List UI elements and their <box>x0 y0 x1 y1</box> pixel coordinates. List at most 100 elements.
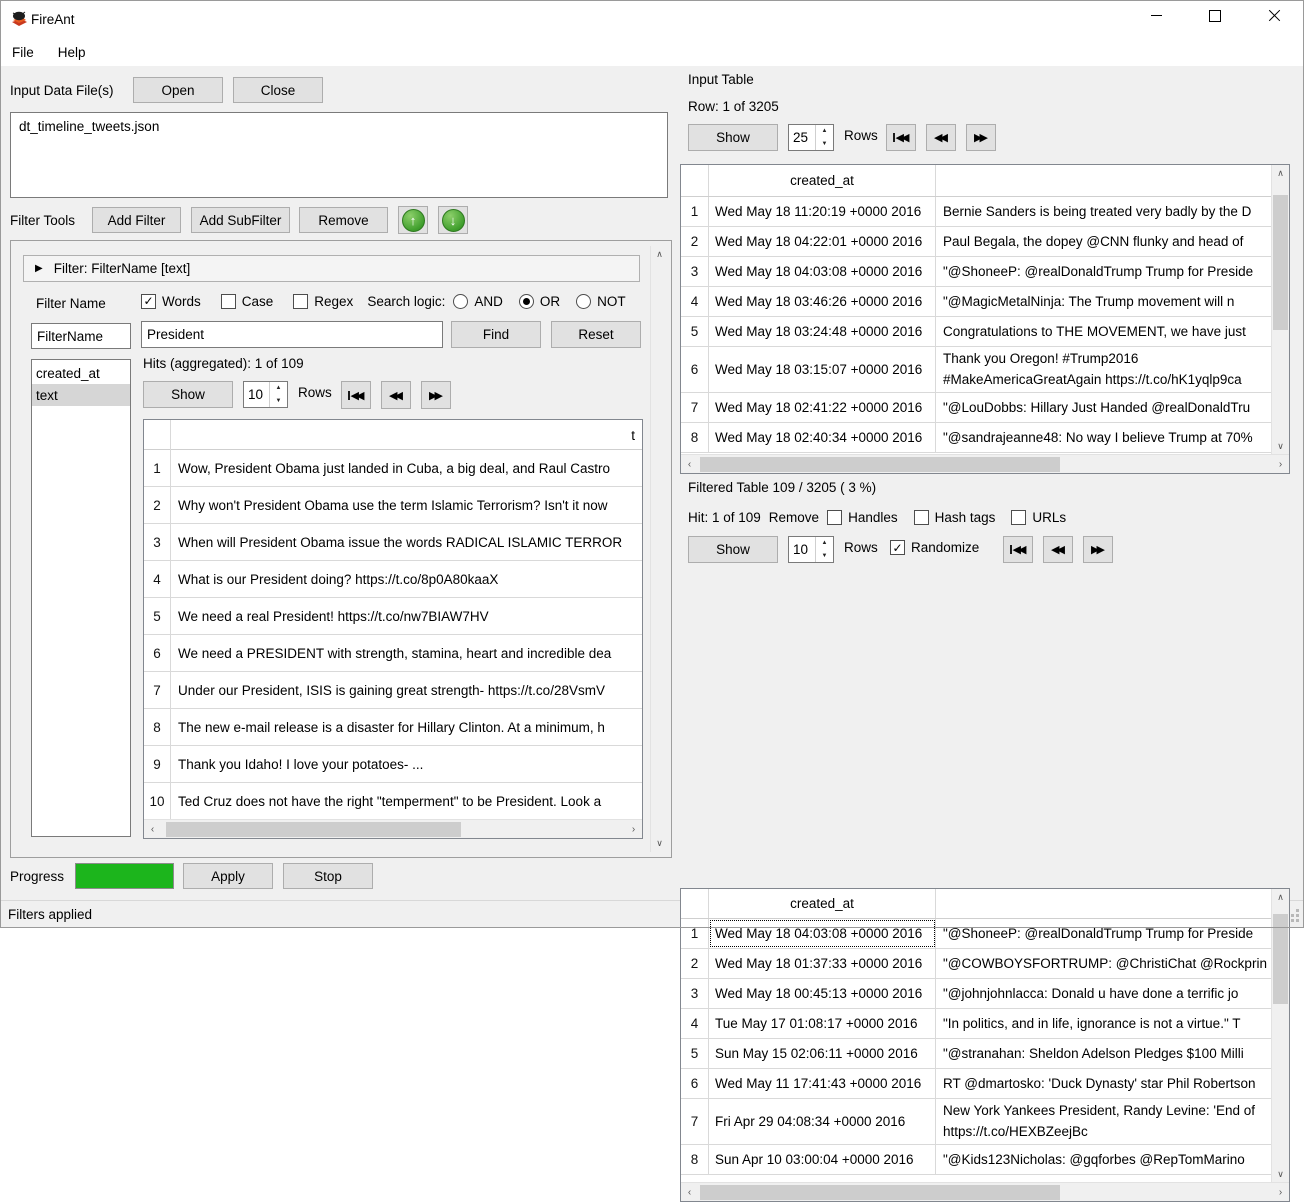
filtered-next-page-button[interactable]: ▶▶ <box>1083 536 1113 563</box>
close-file-button[interactable]: Close <box>233 77 323 103</box>
expand-triangle-icon[interactable]: ▶ <box>35 263 43 274</box>
hashtags-checkbox[interactable]: ✓ <box>914 510 929 525</box>
case-option[interactable]: ✓ Case <box>221 294 274 309</box>
or-option[interactable]: OR <box>519 294 560 309</box>
prev-page-button[interactable]: ◀◀ <box>381 381 411 409</box>
results-col-header[interactable]: t <box>171 420 642 450</box>
minimize-button[interactable] <box>1131 0 1181 31</box>
table-row: 2Wed May 18 04:22:01 +0000 2016Paul Bega… <box>681 227 1272 257</box>
remove-filter-button[interactable]: Remove <box>299 207 388 233</box>
input-rows-spinner[interactable]: 25 ▲▼ <box>788 124 834 151</box>
filtered-h-scrollbar[interactable]: ‹ › <box>681 1182 1289 1201</box>
maximize-button[interactable] <box>1190 0 1240 31</box>
scrollbar-thumb[interactable] <box>700 457 1060 472</box>
regex-option[interactable]: ✓ Regex <box>293 294 353 309</box>
scrollbar-thumb[interactable] <box>1273 195 1288 330</box>
table-row: 3When will President Obama issue the wor… <box>144 524 642 561</box>
randomize-checkbox[interactable]: ✓ <box>890 540 905 555</box>
move-filter-up-button[interactable]: ↑ <box>398 206 428 234</box>
open-button[interactable]: Open <box>133 77 223 103</box>
close-button[interactable] <box>1249 0 1299 31</box>
spin-down-icon[interactable]: ▼ <box>270 395 287 408</box>
table-row: 6Wed May 18 03:15:07 +0000 2016Thank you… <box>681 347 1272 393</box>
input-first-page-button[interactable]: ◀◀ <box>886 124 916 151</box>
down-arrow-icon: ↓ <box>442 209 465 232</box>
table-row: 8The new e-mail release is a disaster fo… <box>144 709 642 746</box>
scroll-up-icon[interactable]: ∧ <box>651 246 668 263</box>
and-option[interactable]: AND <box>453 294 503 309</box>
search-input[interactable] <box>141 321 443 348</box>
scroll-left-icon[interactable]: ‹ <box>144 821 161 838</box>
filtered-rows-spinner[interactable]: 10 ▲▼ <box>788 536 834 563</box>
field-item-text[interactable]: text <box>32 384 130 406</box>
input-file-item[interactable]: dt_timeline_tweets.json <box>19 119 159 134</box>
next-page-button[interactable]: ▶▶ <box>421 381 451 409</box>
filtered-show-button[interactable]: Show <box>688 536 778 563</box>
filtered-table-title: Filtered Table 109 / 3205 ( 3 %) <box>688 480 876 495</box>
filter-panel-header[interactable]: ▶ Filter: FilterName [text] <box>23 255 640 282</box>
table-row: 6Wed May 11 17:41:43 +0000 2016RT @dmart… <box>681 1069 1272 1099</box>
and-radio[interactable] <box>453 294 468 309</box>
table-row: 7Under our President, ISIS is gaining gr… <box>144 672 642 709</box>
scroll-down-icon[interactable]: ∨ <box>651 835 668 852</box>
progress-bar <box>75 863 174 889</box>
stop-button[interactable]: Stop <box>283 863 373 889</box>
reset-button[interactable]: Reset <box>551 321 641 348</box>
table-row: 7Wed May 18 02:41:22 +0000 2016"@LouDobb… <box>681 393 1272 423</box>
input-next-page-button[interactable]: ▶▶ <box>966 124 996 151</box>
randomize-option[interactable]: ✓ Randomize <box>890 540 979 555</box>
scrollbar-thumb[interactable] <box>700 1185 1060 1200</box>
rows-spinner[interactable]: 10 ▲ ▼ <box>243 381 288 408</box>
created-at-header[interactable]: created_at <box>709 889 936 918</box>
field-listbox[interactable]: created_at text <box>31 359 131 837</box>
case-checkbox[interactable]: ✓ <box>221 294 236 309</box>
first-page-button[interactable]: ◀◀ <box>341 381 371 409</box>
table-row: 1Wed May 18 04:03:08 +0000 2016"@ShoneeP… <box>681 919 1272 949</box>
hits-label: Hits (aggregated): 1 of 109 <box>143 356 304 371</box>
handles-checkbox[interactable]: ✓ <box>827 510 842 525</box>
or-radio[interactable] <box>519 294 534 309</box>
created-at-header[interactable]: created_at <box>709 165 936 196</box>
title-bar: FireAnt <box>0 0 1304 38</box>
results-h-scrollbar[interactable]: ‹ › <box>144 819 642 838</box>
handles-option[interactable]: ✓ Handles <box>827 510 898 525</box>
input-show-button[interactable]: Show <box>688 124 778 151</box>
add-subfilter-button[interactable]: Add SubFilter <box>191 207 290 233</box>
scrollbar-thumb[interactable] <box>166 822 461 837</box>
input-prev-page-button[interactable]: ◀◀ <box>926 124 956 151</box>
filtered-prev-page-button[interactable]: ◀◀ <box>1043 536 1073 563</box>
menu-file[interactable]: File <box>0 45 46 60</box>
show-results-button[interactable]: Show <box>143 381 233 408</box>
filtered-first-page-button[interactable]: ◀◀ <box>1003 536 1033 563</box>
not-option[interactable]: NOT <box>576 294 626 309</box>
filter-panel-scrollbar[interactable]: ∧ ∨ <box>650 246 668 852</box>
not-radio[interactable] <box>576 294 591 309</box>
filtered-v-scrollbar[interactable]: ∧ ∨ <box>1271 889 1289 1183</box>
menu-help[interactable]: Help <box>46 45 98 60</box>
spin-up-icon[interactable]: ▲ <box>270 382 287 395</box>
move-filter-down-button[interactable]: ↓ <box>438 206 468 234</box>
rows-spinner-arrows[interactable]: ▲ ▼ <box>269 382 287 407</box>
add-filter-button[interactable]: Add Filter <box>92 207 181 233</box>
input-file-list[interactable]: dt_timeline_tweets.json <box>10 112 668 198</box>
apply-button[interactable]: Apply <box>183 863 273 889</box>
input-h-scrollbar[interactable]: ‹ › <box>681 454 1289 473</box>
filtered-header-row: created_at <box>681 889 1272 919</box>
find-button[interactable]: Find <box>451 321 541 348</box>
urls-option[interactable]: ✓ URLs <box>1011 510 1066 525</box>
progress-fill <box>76 864 173 888</box>
regex-checkbox[interactable]: ✓ <box>293 294 308 309</box>
field-item-created-at[interactable]: created_at <box>32 362 130 384</box>
scroll-right-icon[interactable]: › <box>625 821 642 838</box>
focused-cell[interactable]: Wed May 18 04:03:08 +0000 2016 <box>709 919 936 948</box>
hashtags-option[interactable]: ✓ Hash tags <box>914 510 996 525</box>
filter-name-input[interactable] <box>31 323 131 349</box>
input-v-scrollbar[interactable]: ∧ ∨ <box>1271 165 1289 455</box>
words-option[interactable]: ✓ Words <box>141 294 201 309</box>
rows-spinner-value[interactable]: 10 <box>244 382 269 407</box>
words-checkbox[interactable]: ✓ <box>141 294 156 309</box>
up-arrow-icon: ↑ <box>402 209 425 232</box>
filter-results-table: t 1Wow, President Obama just landed in C… <box>143 419 643 839</box>
table-row: 3Wed May 18 04:03:08 +0000 2016"@ShoneeP… <box>681 257 1272 287</box>
urls-checkbox[interactable]: ✓ <box>1011 510 1026 525</box>
